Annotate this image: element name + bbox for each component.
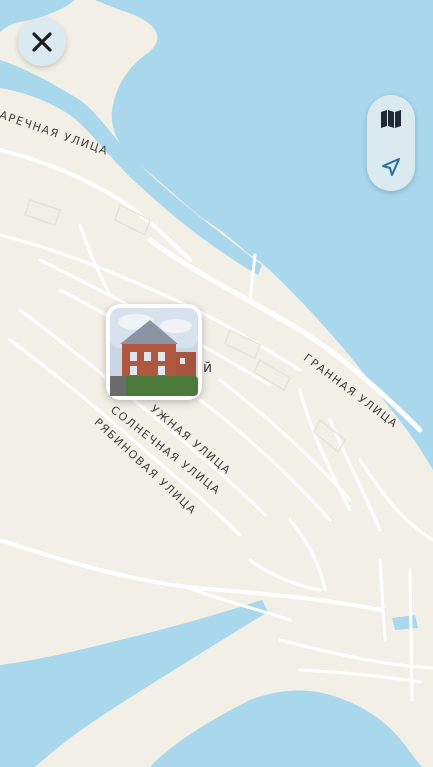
house-photo: [110, 308, 198, 396]
photo-marker[interactable]: [106, 304, 202, 400]
locate-me-button[interactable]: [367, 143, 415, 191]
close-button[interactable]: [18, 18, 66, 66]
navigation-arrow-icon: [382, 158, 400, 176]
map-controls-panel: [367, 95, 415, 191]
map-layers-button[interactable]: [367, 95, 415, 143]
marker-partial-label: й: [203, 360, 214, 376]
map-layers-icon: [381, 110, 401, 128]
close-icon: [32, 32, 52, 52]
